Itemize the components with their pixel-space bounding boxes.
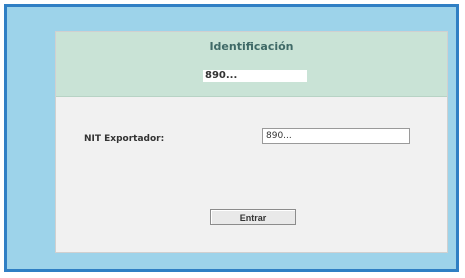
login-panel: Identificación 890... NIT Exportador: En… xyxy=(55,31,448,253)
nit-input[interactable] xyxy=(262,128,410,144)
window-frame: Identificación 890... NIT Exportador: En… xyxy=(4,4,459,272)
identification-header: Identificación 890... xyxy=(56,32,447,97)
header-id-value: 890... xyxy=(203,70,307,82)
nit-label: NIT Exportador: xyxy=(84,134,165,144)
entrar-button[interactable]: Entrar xyxy=(210,209,296,225)
header-title: Identificación xyxy=(209,40,294,53)
